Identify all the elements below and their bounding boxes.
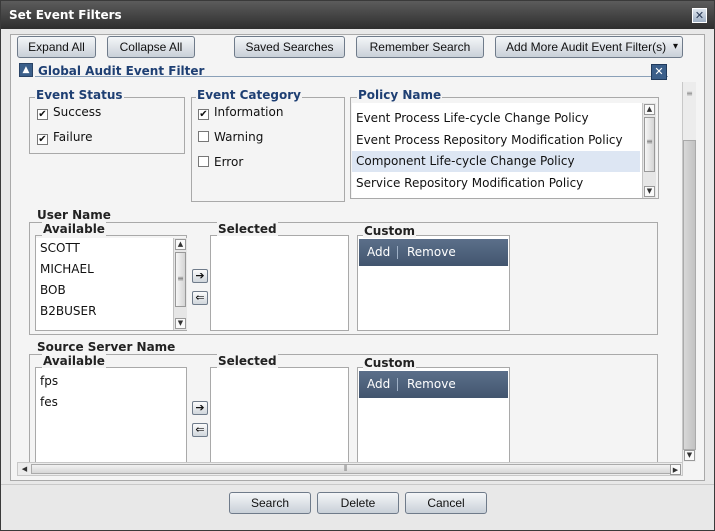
move-left-icon[interactable]: ⇐ [192, 291, 208, 305]
dropdown-arrow-icon: ▾ [672, 41, 678, 52]
scroll-down-icon[interactable]: ▼ [175, 318, 186, 329]
window-title: Set Event Filters [9, 8, 122, 22]
policy-list-item[interactable]: Service Repository Modification Policy [356, 176, 583, 190]
scroll-thumb[interactable]: ≡ [644, 117, 655, 172]
panel-vertical-scrollbar[interactable]: ≡ ▼ [682, 82, 696, 462]
policy-list-item[interactable]: Event Process Life-cycle Change Policy [356, 111, 589, 125]
success-checkbox[interactable]: ✔ [37, 109, 48, 120]
toolbar-divider [397, 378, 398, 391]
grip-icon: ≡ [177, 274, 184, 283]
collapse-group-icon[interactable]: ▲ [19, 63, 33, 77]
failure-checkbox-row[interactable]: ✔ Failure [37, 130, 92, 145]
user-list-item[interactable]: B2BUSER [40, 304, 96, 318]
search-button[interactable]: Search [229, 492, 311, 514]
policy-name-label: Policy Name [357, 88, 443, 102]
expand-all-button[interactable]: Expand All [17, 36, 96, 58]
server-available-label: Available [42, 354, 106, 368]
grip-icon: ⦀ [344, 464, 348, 473]
error-checkbox[interactable] [198, 156, 209, 167]
scroll-thumb[interactable]: ⦀ [31, 464, 671, 474]
grip-icon: ≡ [686, 89, 693, 98]
server-selected-list[interactable] [210, 367, 349, 462]
information-label: Information [214, 105, 284, 119]
move-right-icon[interactable]: ➔ [192, 401, 208, 415]
success-label: Success [53, 105, 102, 119]
user-available-list[interactable]: SCOTT MICHAEL BOB B2BUSER ▲ ≡ ▼ [36, 238, 187, 330]
add-more-filters-label: Add More Audit Event Filter(s) [506, 40, 667, 54]
footer-divider [1, 484, 714, 485]
grip-icon: ≡ [646, 137, 653, 146]
server-add-button[interactable]: Add [367, 377, 390, 391]
group-title: Global Audit Event Filter [38, 64, 205, 78]
server-custom-label: Custom [363, 356, 416, 370]
user-selected-label: Selected [217, 222, 278, 236]
user-selected-list[interactable] [210, 235, 349, 331]
success-checkbox-row[interactable]: ✔ Success [37, 105, 101, 120]
policy-name-list[interactable]: Event Process Life-cycle Change Policy E… [352, 103, 656, 198]
user-available-label: Available [42, 222, 106, 236]
policy-list-item-selected[interactable]: Component Life-cycle Change Policy [356, 154, 575, 168]
policy-list-item[interactable]: Event Process Repository Modification Po… [356, 133, 623, 147]
filter-scroll-viewport: Event Status ✔ Success ✔ Failure Event Cat… [17, 81, 682, 462]
toolbar-divider [397, 246, 398, 259]
server-list-item[interactable]: fes [40, 395, 58, 409]
user-list-item[interactable]: BOB [40, 283, 66, 297]
collapse-all-button[interactable]: Collapse All [107, 36, 195, 58]
error-checkbox-row[interactable]: Error [198, 155, 243, 169]
user-custom-toolbar: Add Remove [359, 239, 508, 266]
server-custom-toolbar: Add Remove [359, 371, 508, 398]
user-list-scrollbar[interactable]: ▲ ≡ ▼ [173, 238, 187, 330]
title-bar[interactable]: Set Event Filters [1, 1, 714, 29]
server-list-item[interactable]: fps [40, 374, 58, 388]
information-checkbox-row[interactable]: ✔ Information [198, 105, 283, 120]
warning-label: Warning [214, 130, 264, 144]
user-custom-label: Custom [363, 224, 416, 238]
scroll-left-icon[interactable]: ◀ [19, 464, 30, 475]
move-right-icon[interactable]: ➔ [192, 269, 208, 283]
move-left-icon[interactable]: ⇐ [192, 423, 208, 437]
warning-checkbox[interactable] [198, 131, 209, 142]
scroll-down-icon[interactable]: ▼ [644, 186, 655, 197]
scroll-up-icon[interactable]: ▲ [644, 104, 655, 115]
delete-button[interactable]: Delete [317, 492, 399, 514]
source-server-label: Source Server Name [36, 340, 177, 354]
scroll-thumb[interactable] [683, 140, 696, 450]
warning-checkbox-row[interactable]: Warning [198, 130, 263, 144]
user-name-label: User Name [36, 208, 112, 222]
policy-list-scrollbar[interactable]: ▲ ≡ ▼ [642, 103, 656, 198]
user-list-item[interactable]: MICHAEL [40, 262, 94, 276]
scroll-thumb[interactable]: ≡ [175, 252, 186, 307]
event-status-label: Event Status [35, 88, 124, 102]
scroll-right-icon[interactable]: ▶ [670, 464, 681, 475]
server-selected-label: Selected [217, 354, 278, 368]
window-close-icon[interactable]: ✕ [692, 8, 707, 23]
user-add-button[interactable]: Add [367, 245, 390, 259]
list-item-partial [356, 103, 576, 105]
cancel-button[interactable]: Cancel [405, 492, 487, 514]
user-list-item[interactable]: SCOTT [40, 241, 80, 255]
error-label: Error [214, 155, 244, 169]
remember-search-button[interactable]: Remember Search [356, 36, 484, 58]
set-event-filters-dialog: Set Event Filters ✕ Expand All Collapse … [0, 0, 715, 531]
scroll-up-icon[interactable]: ▲ [175, 239, 186, 250]
event-category-label: Event Category [196, 88, 302, 102]
remove-group-icon[interactable]: ✕ [651, 64, 667, 80]
scroll-down-icon[interactable]: ▼ [684, 450, 695, 461]
user-remove-button[interactable]: Remove [407, 245, 456, 259]
server-available-list[interactable]: fps fes [35, 367, 187, 462]
information-checkbox[interactable]: ✔ [198, 109, 209, 120]
add-more-filters-button[interactable]: Add More Audit Event Filter(s) ▾ [495, 36, 683, 58]
panel-horizontal-scrollbar[interactable]: ◀ ⦀ ▶ [17, 462, 683, 476]
saved-searches-button[interactable]: Saved Searches [234, 36, 345, 58]
failure-checkbox[interactable]: ✔ [37, 134, 48, 145]
server-remove-button[interactable]: Remove [407, 377, 456, 391]
failure-label: Failure [53, 130, 93, 144]
